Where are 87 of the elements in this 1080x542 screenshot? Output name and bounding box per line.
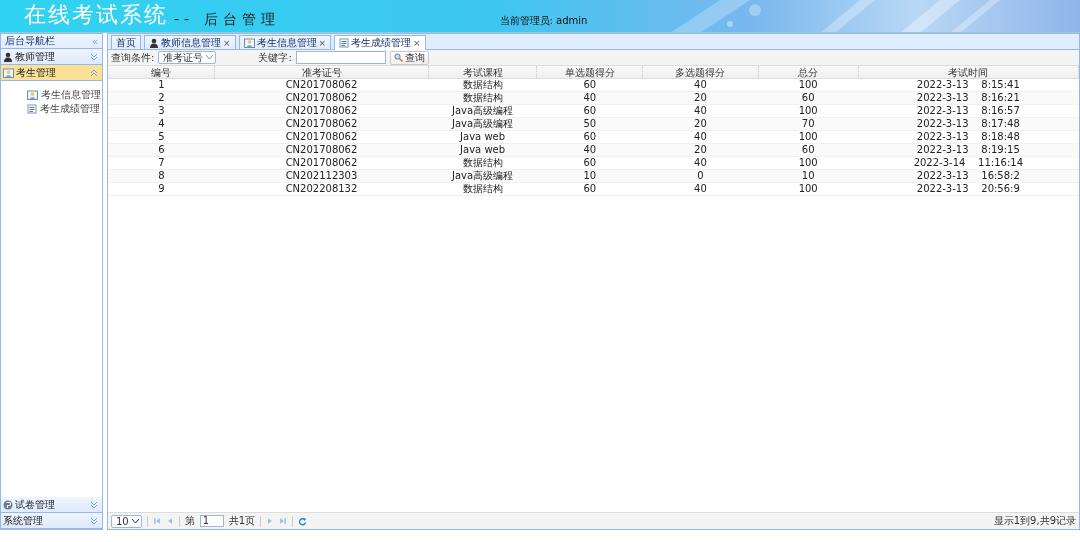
dropdown-caret-icon: [131, 518, 139, 524]
table-cell: CN201708062: [214, 130, 429, 144]
person-icon: [3, 51, 13, 62]
table-cell: 40: [642, 130, 759, 144]
tab[interactable]: 考生信息管理 ×: [238, 35, 332, 49]
page-size-dropdown[interactable]: 10: [111, 514, 142, 528]
table-cell: 2022-3-14 11:16:14: [858, 156, 1079, 170]
keyword-field[interactable]: [295, 51, 386, 64]
table-cell: 5: [108, 130, 215, 144]
table-cell: CN201708062: [214, 78, 429, 92]
column-header[interactable]: 单选题得分: [536, 66, 643, 79]
table-cell: CN201708062: [214, 156, 429, 170]
table-cell: 40: [642, 104, 759, 118]
tab[interactable]: 首页: [111, 35, 141, 49]
tab[interactable]: 考生成绩管理 ×: [334, 35, 426, 50]
sidebar-title: 后台导航栏: [5, 34, 55, 48]
nav-item[interactable]: 考生信息管理: [27, 89, 102, 101]
student-icon: [243, 37, 255, 48]
table-cell: 60: [536, 156, 643, 170]
table-cell: 60: [536, 104, 643, 118]
column-header[interactable]: 编号: [108, 66, 215, 79]
student-icon: [27, 90, 38, 100]
table-cell: 9: [108, 182, 215, 196]
table-cell: 100: [758, 130, 859, 144]
table-cell: 7: [108, 156, 215, 170]
last-page-icon[interactable]: [279, 517, 288, 525]
table-cell: 60: [536, 78, 643, 92]
table-cell: 40: [642, 182, 759, 196]
paper-icon: [3, 499, 13, 510]
nav-group-header[interactable]: 试卷管理: [1, 497, 102, 513]
column-header[interactable]: 准考证号: [214, 66, 429, 79]
table-cell: 40: [642, 78, 759, 92]
table-cell: 数据结构: [428, 182, 537, 196]
record-summary: 显示1到9,共9记录: [993, 514, 1076, 528]
table-cell: 2022-3-13 20:56:9: [858, 182, 1079, 196]
table-cell: 100: [758, 78, 859, 92]
keyword-label: 关键字:: [258, 50, 292, 65]
app-title: 在线考试系统: [24, 1, 168, 29]
column-header[interactable]: 多选题得分: [642, 66, 759, 79]
expand-icon: [90, 52, 98, 61]
expand-icon: [90, 500, 98, 509]
expand-icon: [90, 516, 98, 525]
app-subtitle: -- 后台管理: [174, 10, 280, 29]
table-cell: 3: [108, 104, 215, 118]
table-cell: 2022-3-13 8:16:57: [858, 104, 1079, 118]
search-icon: [393, 53, 403, 62]
collapse-icon: [90, 68, 98, 77]
close-tab-button[interactable]: ×: [413, 38, 421, 48]
table-cell: 60: [536, 182, 643, 196]
tab[interactable]: 教师信息管理 ×: [144, 35, 236, 49]
table-cell: 数据结构: [428, 78, 537, 92]
table-cell: CN201708062: [214, 104, 429, 118]
table-cell: 100: [758, 182, 859, 196]
close-tab-button[interactable]: ×: [223, 37, 231, 48]
table-cell: Java高级编程: [428, 104, 537, 118]
table-cell: 2022-3-13 8:15:41: [858, 78, 1079, 92]
table-cell: 100: [758, 104, 859, 118]
table-cell: Java web: [428, 130, 537, 144]
page-number-field[interactable]: 1: [199, 515, 224, 527]
search-button[interactable]: 查询: [389, 50, 429, 65]
table-cell: CN202208132: [214, 182, 429, 196]
table-cell: 数据结构: [428, 156, 537, 170]
table-cell: 40: [642, 156, 759, 170]
dropdown-caret-icon: [206, 55, 214, 60]
condition-dropdown[interactable]: 准考证号: [158, 51, 217, 64]
document-icon: [27, 104, 37, 114]
nav-group-header[interactable]: 教师管理: [1, 49, 102, 65]
page-prefix: 第: [184, 514, 195, 528]
document-icon: [339, 38, 350, 48]
condition-label: 查询条件:: [111, 50, 155, 65]
column-header[interactable]: 考试课程: [428, 66, 537, 79]
student-icon: [3, 67, 14, 78]
close-tab-button[interactable]: ×: [318, 37, 327, 48]
table-cell: 1: [108, 78, 215, 92]
nav-group-header[interactable]: 系统管理: [1, 513, 102, 529]
table-cell: 2022-3-13 8:18:48: [858, 130, 1079, 144]
table-cell: 100: [758, 156, 859, 170]
refresh-icon[interactable]: [298, 516, 308, 526]
nav-group-header[interactable]: 考生管理: [1, 65, 102, 81]
nav-item[interactable]: 考生成绩管理: [27, 103, 102, 115]
page-total: 共1页: [228, 514, 256, 528]
person-icon: [149, 37, 159, 48]
first-page-icon[interactable]: [152, 517, 161, 525]
table-cell: 60: [536, 130, 643, 144]
column-header[interactable]: 总分: [758, 66, 859, 79]
admin-label: 当前管理员: admin: [499, 15, 588, 27]
column-header[interactable]: 考试时间: [858, 66, 1079, 79]
